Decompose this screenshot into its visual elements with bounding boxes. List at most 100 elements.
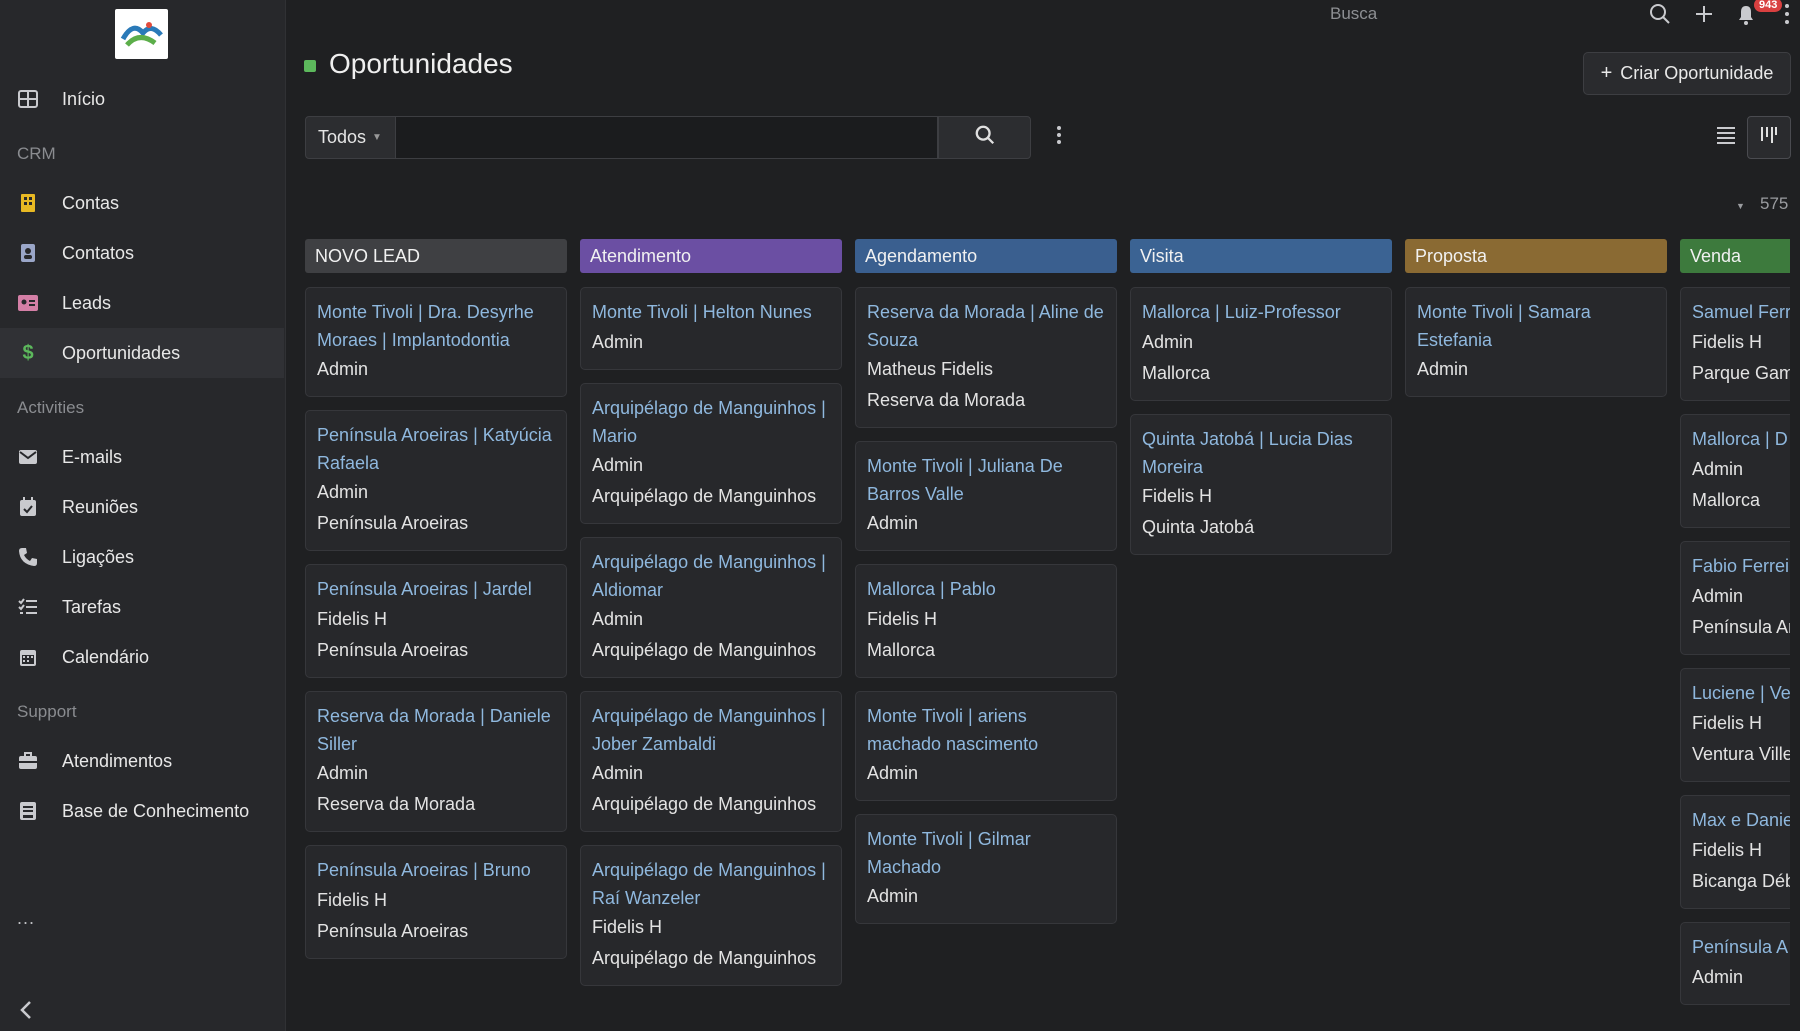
card-title-link[interactable]: Península Aroeiras | Katyúcia Rafaela bbox=[317, 422, 555, 477]
card-title-link[interactable]: Monte Tivoli | Samara Estefania bbox=[1417, 299, 1655, 354]
task-list-icon bbox=[17, 596, 39, 618]
column-header[interactable]: Atendimento bbox=[580, 239, 842, 273]
card-title-link[interactable]: Reserva da Morada | Aline de Souza bbox=[867, 299, 1105, 354]
column-header[interactable]: Proposta bbox=[1405, 239, 1667, 273]
card-title-link[interactable]: Samuel Ferr bbox=[1692, 299, 1790, 327]
kanban-view-button[interactable] bbox=[1747, 116, 1791, 159]
opportunity-card[interactable]: Península Aroeiras | Bruno Fidelis H Penín… bbox=[305, 845, 567, 959]
sort-caret-icon[interactable]: ▼ bbox=[1736, 201, 1745, 211]
opportunity-card[interactable]: Reserva da Morada | Aline de Souza Matheu… bbox=[855, 287, 1117, 428]
card-title-link[interactable]: Monte Tivoli | Gilmar Machado bbox=[867, 826, 1105, 881]
card-field: Reserva da Morada bbox=[867, 390, 1026, 410]
card-title-link[interactable]: Monte Tivoli | Juliana De Barros Valle bbox=[867, 453, 1105, 508]
card-title-link[interactable]: Arquipélago de Manguinhos | Aldiomar bbox=[592, 549, 830, 604]
opportunity-card[interactable]: Mallorca | Pablo Fidelis H Mallorca bbox=[855, 564, 1117, 678]
opportunity-card[interactable]: Mallorca | Luiz-Professor Admin Mallorca bbox=[1130, 287, 1392, 401]
opportunity-card[interactable]: Monte Tivoli | Juliana De Barros Valle Ad… bbox=[855, 441, 1117, 551]
opportunity-card[interactable]: Reserva da Morada | Daniele Siller Admin R… bbox=[305, 691, 567, 832]
card-field: Admin bbox=[592, 609, 644, 629]
global-search[interactable]: Busca bbox=[1330, 4, 1377, 24]
card-title-link[interactable]: Arquipélago de Manguinhos | Mario bbox=[592, 395, 830, 450]
opportunity-card[interactable]: Quinta Jatobá | Lucia Dias Moreira Fideli… bbox=[1130, 414, 1392, 555]
opportunity-card[interactable]: Luciene | Ve Fidelis H Ventura Ville bbox=[1680, 668, 1790, 782]
kanban-column: Atendimento Monte Tivoli | Helton Nunes Ad… bbox=[580, 239, 842, 986]
sidebar-item-tarefas[interactable]: Tarefas bbox=[0, 582, 284, 632]
card-field: Admin bbox=[1692, 585, 1744, 606]
sidebar-item-reunioes[interactable]: Reuniões bbox=[0, 482, 284, 532]
card-field: Admin bbox=[1692, 458, 1744, 479]
opportunity-card[interactable]: Península Aroeiras | Jardel Fidelis H Pení… bbox=[305, 564, 567, 678]
sidebar-item-emails[interactable]: E-mails bbox=[0, 432, 284, 482]
card-title-link[interactable]: Mallorca | Pablo bbox=[867, 576, 1105, 604]
sidebar-item-atendimentos[interactable]: Atendimentos bbox=[0, 736, 284, 786]
opportunity-card[interactable]: Monte Tivoli | Helton Nunes Admin bbox=[580, 287, 842, 370]
sidebar-item-label: Oportunidades bbox=[62, 342, 181, 363]
card-field: Arquipélago de Manguinhos bbox=[592, 640, 817, 660]
card-field: Fidelis H bbox=[1692, 331, 1763, 352]
kanban-column: NOVO LEAD Monte Tivoli | Dra. Desyrhe Mor… bbox=[305, 239, 567, 959]
opportunity-card[interactable]: Arquipélago de Manguinhos | Jober Zambal… bbox=[580, 691, 842, 832]
card-title-link[interactable]: Max e Danie Débora bbox=[1692, 807, 1790, 835]
more-actions-icon[interactable] bbox=[1056, 124, 1062, 151]
opportunity-card[interactable]: Monte Tivoli | Dra. Desyrhe Moraes | Imp… bbox=[305, 287, 567, 397]
opportunity-card[interactable]: Samuel Ferr Fidelis H Parque Gam bbox=[1680, 287, 1790, 401]
card-field: Admin bbox=[592, 455, 644, 475]
calendar-icon bbox=[17, 646, 39, 668]
card-title-link[interactable]: Monte Tivoli | Dra. Desyrhe Moraes | Imp… bbox=[317, 299, 555, 354]
sidebar-item-ligacoes[interactable]: Ligações bbox=[0, 532, 284, 582]
opportunity-card[interactable]: Península Aroeiras | Katyúcia Rafaela Adm… bbox=[305, 410, 567, 551]
opportunity-card[interactable]: Arquipélago de Manguinhos | Mario Admin Ar… bbox=[580, 383, 842, 524]
opportunity-card[interactable]: Península A Aline Admin bbox=[1680, 922, 1790, 1005]
opportunity-card[interactable]: Arquipélago de Manguinhos | Raí Wanzeler… bbox=[580, 845, 842, 986]
opportunity-card[interactable]: Monte Tivoli | Samara Estefania Admin bbox=[1405, 287, 1667, 397]
column-header[interactable]: Venda bbox=[1680, 239, 1790, 273]
opportunity-card[interactable]: Monte Tivoli | ariens machado nascimento… bbox=[855, 691, 1117, 801]
card-title-link[interactable]: Península A Aline bbox=[1692, 934, 1790, 962]
plus-icon[interactable] bbox=[1692, 2, 1716, 31]
card-title-link[interactable]: Península Aroeiras | Bruno bbox=[317, 857, 555, 885]
column-header[interactable]: NOVO LEAD bbox=[305, 239, 567, 273]
opportunity-card[interactable]: Fabio Ferrei Admin Península Ar bbox=[1680, 541, 1790, 655]
card-title-link[interactable]: Arquipélago de Manguinhos | Raí Wanzeler bbox=[592, 857, 830, 912]
list-view-button[interactable] bbox=[1705, 116, 1747, 159]
create-opportunity-button[interactable]: + Criar Oportunidade bbox=[1583, 52, 1791, 95]
card-field: Admin bbox=[1692, 966, 1744, 987]
column-header[interactable]: Visita bbox=[1130, 239, 1392, 273]
card-title-link[interactable]: Mallorca | Luiz-Professor bbox=[1142, 299, 1380, 327]
collapse-sidebar-icon[interactable] bbox=[16, 998, 36, 1027]
sidebar-item-contas[interactable]: Contas bbox=[0, 178, 284, 228]
sidebar-item-leads[interactable]: Leads bbox=[0, 278, 284, 328]
app-logo[interactable] bbox=[115, 9, 168, 59]
opportunity-card[interactable]: Max e Danie Débora Fidelis H Bicanga Déb bbox=[1680, 795, 1790, 909]
column-header[interactable]: Agendamento bbox=[855, 239, 1117, 273]
more-menu-button[interactable]: ... bbox=[17, 908, 35, 929]
card-title-link[interactable]: Fabio Ferrei bbox=[1692, 553, 1790, 581]
card-title-link[interactable]: Quinta Jatobá | Lucia Dias Moreira bbox=[1142, 426, 1380, 481]
opportunity-card[interactable]: Monte Tivoli | Gilmar Machado Admin bbox=[855, 814, 1117, 924]
card-title-link[interactable]: Arquipélago de Manguinhos | Jober Zambal… bbox=[592, 703, 830, 758]
card-title-link[interactable]: Reserva da Morada | Daniele Siller bbox=[317, 703, 555, 758]
card-field: Fidelis H bbox=[1142, 486, 1213, 506]
sidebar-item-inicio[interactable]: Início bbox=[0, 74, 284, 124]
phone-icon bbox=[17, 546, 39, 568]
search-input[interactable] bbox=[396, 116, 938, 159]
opportunity-card[interactable]: Arquipélago de Manguinhos | Aldiomar Admi… bbox=[580, 537, 842, 678]
search-button[interactable] bbox=[938, 116, 1031, 159]
calendar-check-icon bbox=[17, 496, 39, 518]
card-title-link[interactable]: Península Aroeiras | Jardel bbox=[317, 576, 555, 604]
card-title-link[interactable]: Monte Tivoli | ariens machado nascimento bbox=[867, 703, 1105, 758]
sidebar-item-base-conhecimento[interactable]: Base de Conhecimento bbox=[0, 786, 284, 836]
card-title-link[interactable]: Mallorca | D bbox=[1692, 426, 1790, 454]
sidebar-item-contatos[interactable]: Contatos bbox=[0, 228, 284, 278]
kanban-column: Proposta Monte Tivoli | Samara Estefania A… bbox=[1405, 239, 1667, 397]
notification-badge: 943 bbox=[1754, 0, 1783, 12]
sidebar-item-calendario[interactable]: Calendário bbox=[0, 632, 284, 682]
opportunity-card[interactable]: Mallorca | D Admin Mallorca bbox=[1680, 414, 1790, 528]
sidebar-item-oportunidades[interactable]: $ Oportunidades bbox=[0, 328, 284, 378]
dashboard-icon bbox=[17, 88, 39, 110]
card-title-link[interactable]: Monte Tivoli | Helton Nunes bbox=[592, 299, 830, 327]
more-vertical-icon[interactable] bbox=[1784, 2, 1790, 31]
filter-dropdown[interactable]: Todos ▼ bbox=[305, 116, 396, 159]
card-title-link[interactable]: Luciene | Ve bbox=[1692, 680, 1790, 708]
search-icon[interactable] bbox=[1648, 2, 1672, 31]
